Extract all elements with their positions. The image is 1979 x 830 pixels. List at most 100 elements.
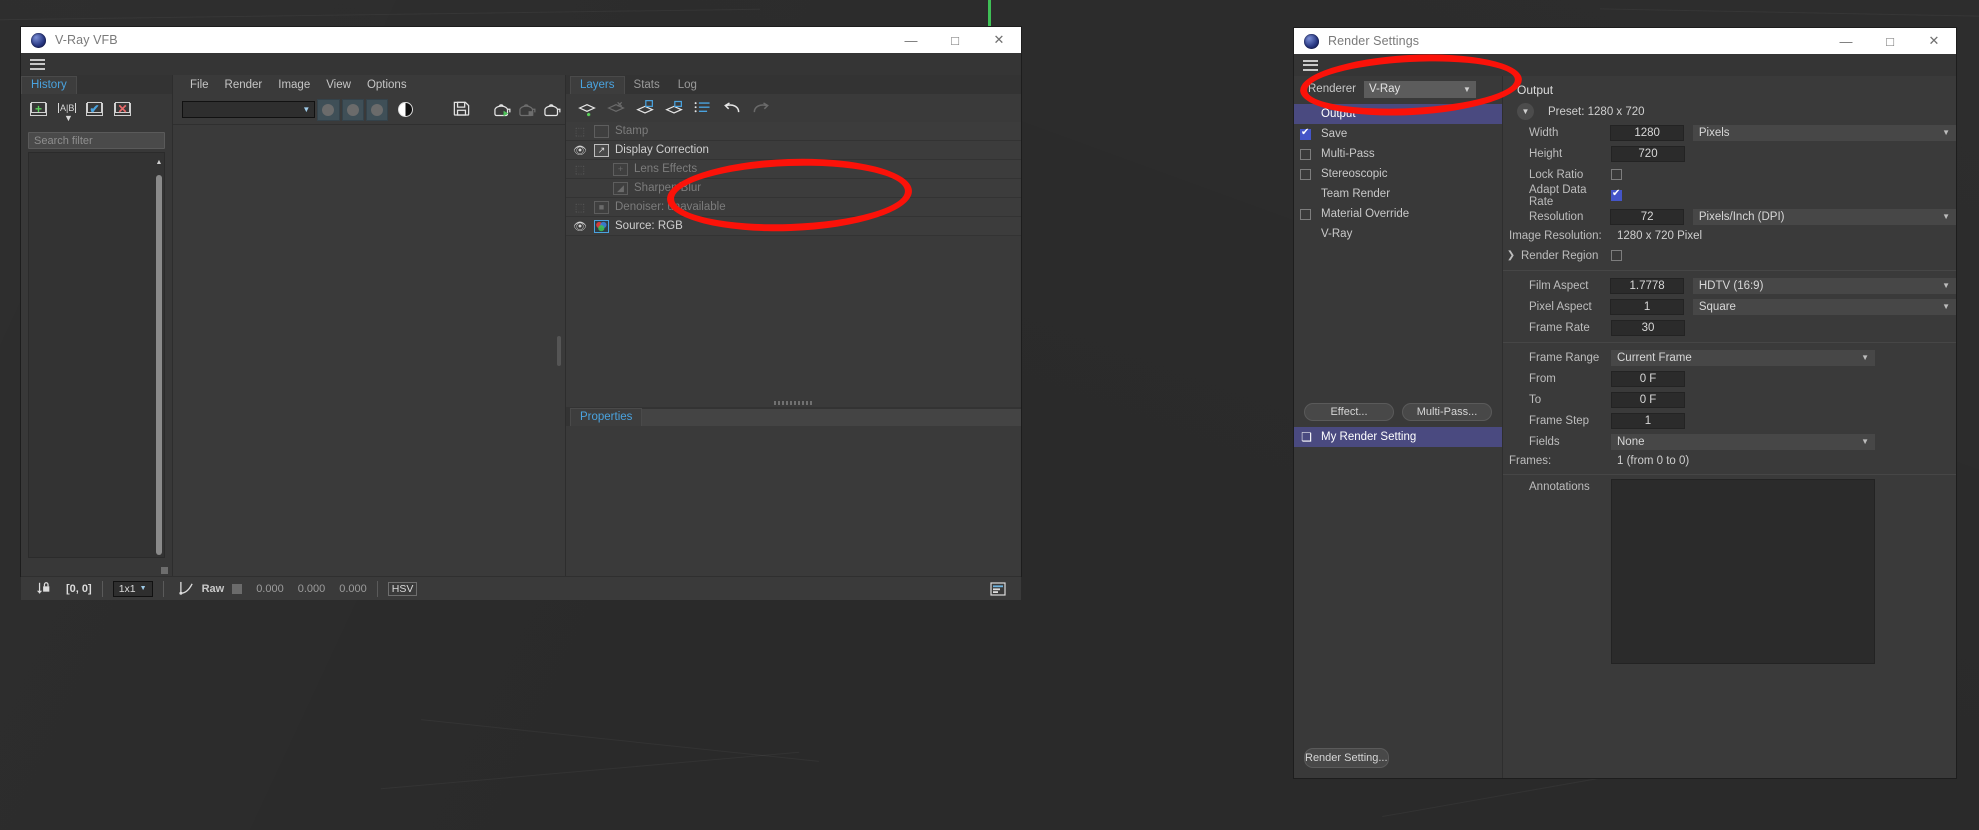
- fields-dropdown[interactable]: None ▼: [1611, 433, 1875, 450]
- render-teapot-icon[interactable]: [540, 99, 565, 121]
- visibility-off-icon[interactable]: ⬚: [566, 201, 594, 214]
- layer-row-denoiser[interactable]: ⬚ ■ Denoiser: unavailable: [566, 198, 1021, 217]
- menu-view[interactable]: View: [318, 77, 359, 93]
- render-region-checkbox[interactable]: [1611, 250, 1622, 261]
- tab-stats[interactable]: Stats: [625, 77, 669, 94]
- history-resize-grip[interactable]: [21, 564, 172, 576]
- save-image-icon[interactable]: [449, 99, 474, 121]
- stereoscopic-checkbox[interactable]: [1300, 168, 1311, 180]
- redo-icon[interactable]: [748, 97, 774, 119]
- half-circle-icon[interactable]: [398, 102, 413, 117]
- tree-item-save[interactable]: Save: [1294, 124, 1502, 144]
- vfb-titlebar[interactable]: V-Ray VFB — □ ✕: [21, 27, 1021, 53]
- history-scrollbar[interactable]: ▲: [154, 153, 164, 557]
- rs-maximize-button[interactable]: □: [1868, 28, 1912, 54]
- lock-ratio-checkbox[interactable]: [1611, 169, 1622, 180]
- search-filter-input[interactable]: [29, 134, 176, 147]
- render-mode-button-1[interactable]: [317, 98, 340, 121]
- render-setting-button[interactable]: Render Setting...: [1304, 748, 1389, 768]
- render-stop-teapot-icon[interactable]: [515, 99, 540, 121]
- rs-hamburger-icon[interactable]: [1303, 59, 1318, 71]
- layer-row-source-rgb[interactable]: 👁 Source: RGB: [566, 217, 1021, 236]
- multipass-checkbox[interactable]: [1300, 148, 1311, 160]
- visibility-off-icon[interactable]: ⬚: [566, 163, 594, 176]
- layer-row-stamp[interactable]: ⬚ Stamp: [566, 122, 1021, 141]
- tree-item-output[interactable]: Output: [1294, 104, 1502, 124]
- frame-step-input[interactable]: 1: [1611, 412, 1685, 429]
- material-override-checkbox[interactable]: [1300, 208, 1311, 220]
- save-checkbox[interactable]: [1300, 127, 1311, 140]
- vfb-minimize-button[interactable]: —: [889, 27, 933, 53]
- pixel-lock-icon[interactable]: [31, 578, 57, 600]
- vfb-image-canvas[interactable]: [173, 125, 553, 576]
- visibility-on-icon[interactable]: 👁: [566, 220, 594, 233]
- renderer-dropdown[interactable]: V-Ray ▼: [1363, 80, 1476, 98]
- menu-file[interactable]: File: [182, 77, 217, 93]
- resolution-input[interactable]: 72: [1610, 208, 1684, 225]
- menu-image[interactable]: Image: [270, 77, 318, 93]
- compare-ab-icon[interactable]: A|B ▼: [57, 103, 77, 123]
- histogram-icon[interactable]: [985, 578, 1011, 600]
- render-start-teapot-icon[interactable]: [490, 99, 515, 121]
- from-input[interactable]: 0 F: [1611, 370, 1685, 387]
- layer-list-icon[interactable]: [690, 97, 716, 119]
- add-history-item-icon[interactable]: +: [29, 102, 49, 121]
- pixel-aspect-input[interactable]: 1: [1610, 298, 1684, 315]
- tree-item-multi-pass[interactable]: Multi-Pass: [1294, 144, 1502, 164]
- properties-body[interactable]: [566, 426, 1021, 576]
- menu-render[interactable]: Render: [217, 77, 271, 93]
- scroll-up-icon[interactable]: ▲: [155, 159, 163, 167]
- save-layer-icon[interactable]: [632, 97, 658, 119]
- tab-log[interactable]: Log: [669, 77, 706, 94]
- film-aspect-input[interactable]: 1.7778: [1610, 277, 1684, 294]
- settings-tree[interactable]: Output Save Multi-Pass Stereoscopic Team…: [1294, 102, 1502, 397]
- height-input[interactable]: 720: [1611, 145, 1685, 162]
- load-layer-icon[interactable]: [661, 97, 687, 119]
- tab-layers[interactable]: Layers: [570, 76, 625, 94]
- width-unit-dropdown[interactable]: Pixels ▼: [1692, 124, 1956, 141]
- effect-button[interactable]: Effect...: [1304, 403, 1394, 421]
- annotations-textarea[interactable]: [1611, 479, 1875, 664]
- rs-close-button[interactable]: ✕: [1912, 28, 1956, 54]
- preset-row[interactable]: ▼ Preset: 1280 x 720: [1503, 101, 1956, 122]
- vfb-close-button[interactable]: ✕: [977, 27, 1021, 53]
- visibility-on-icon[interactable]: 👁: [566, 144, 594, 157]
- active-render-setting-row[interactable]: ❏ My Render Setting: [1294, 427, 1502, 447]
- vfb-vertical-splitter[interactable]: [553, 125, 565, 576]
- render-element-combo[interactable]: ▼: [182, 101, 316, 118]
- rs-minimize-button[interactable]: —: [1824, 28, 1868, 54]
- film-aspect-preset-dropdown[interactable]: HDTV (16:9) ▼: [1692, 277, 1956, 294]
- multi-pass-button[interactable]: Multi-Pass...: [1402, 403, 1492, 421]
- render-mode-button-2[interactable]: [341, 98, 364, 121]
- history-search-row[interactable]: 🔍 ▼: [28, 132, 198, 149]
- undo-icon[interactable]: [719, 97, 745, 119]
- to-input[interactable]: 0 F: [1611, 391, 1685, 408]
- zoom-level-dropdown[interactable]: 1x1 ▼: [112, 580, 153, 597]
- layers-empty-area[interactable]: [566, 236, 1021, 399]
- tree-item-vray[interactable]: V-Ray: [1294, 224, 1502, 244]
- tab-properties[interactable]: Properties: [570, 408, 643, 426]
- frame-range-dropdown[interactable]: Current Frame ▼: [1611, 349, 1875, 366]
- chevron-right-icon[interactable]: ❯: [1505, 250, 1517, 261]
- select-history-item-icon[interactable]: ✔: [85, 102, 105, 121]
- add-layer-icon[interactable]: [574, 97, 600, 119]
- menu-options[interactable]: Options: [359, 77, 415, 93]
- layer-row-sharpen-blur[interactable]: ◢ Sharpen/Blur: [566, 179, 1021, 198]
- render-settings-titlebar[interactable]: Render Settings — □ ✕: [1294, 28, 1956, 54]
- delete-history-item-icon[interactable]: ✕: [113, 102, 133, 121]
- visibility-off-icon[interactable]: ⬚: [566, 125, 594, 138]
- tree-item-stereoscopic[interactable]: Stereoscopic: [1294, 164, 1502, 184]
- layer-row-lens-effects[interactable]: ⬚ + Lens Effects: [566, 160, 1021, 179]
- preset-chevron-down-icon[interactable]: ▼: [1517, 103, 1534, 120]
- color-space-toggle[interactable]: HSV: [387, 581, 418, 596]
- vfb-hamburger-icon[interactable]: [30, 58, 45, 70]
- render-mode-button-3[interactable]: [365, 98, 389, 121]
- history-list[interactable]: ▲: [28, 152, 165, 558]
- width-input[interactable]: 1280: [1610, 124, 1684, 141]
- layer-row-display-correction[interactable]: 👁 ↗ Display Correction: [566, 141, 1021, 160]
- adapt-data-rate-checkbox[interactable]: [1611, 188, 1622, 201]
- vfb-maximize-button[interactable]: □: [933, 27, 977, 53]
- color-curve-icon[interactable]: [174, 578, 200, 600]
- tree-item-team-render[interactable]: Team Render: [1294, 184, 1502, 204]
- layer-list[interactable]: ⬚ Stamp 👁 ↗ Display Correction ⬚ + Lens …: [566, 122, 1021, 236]
